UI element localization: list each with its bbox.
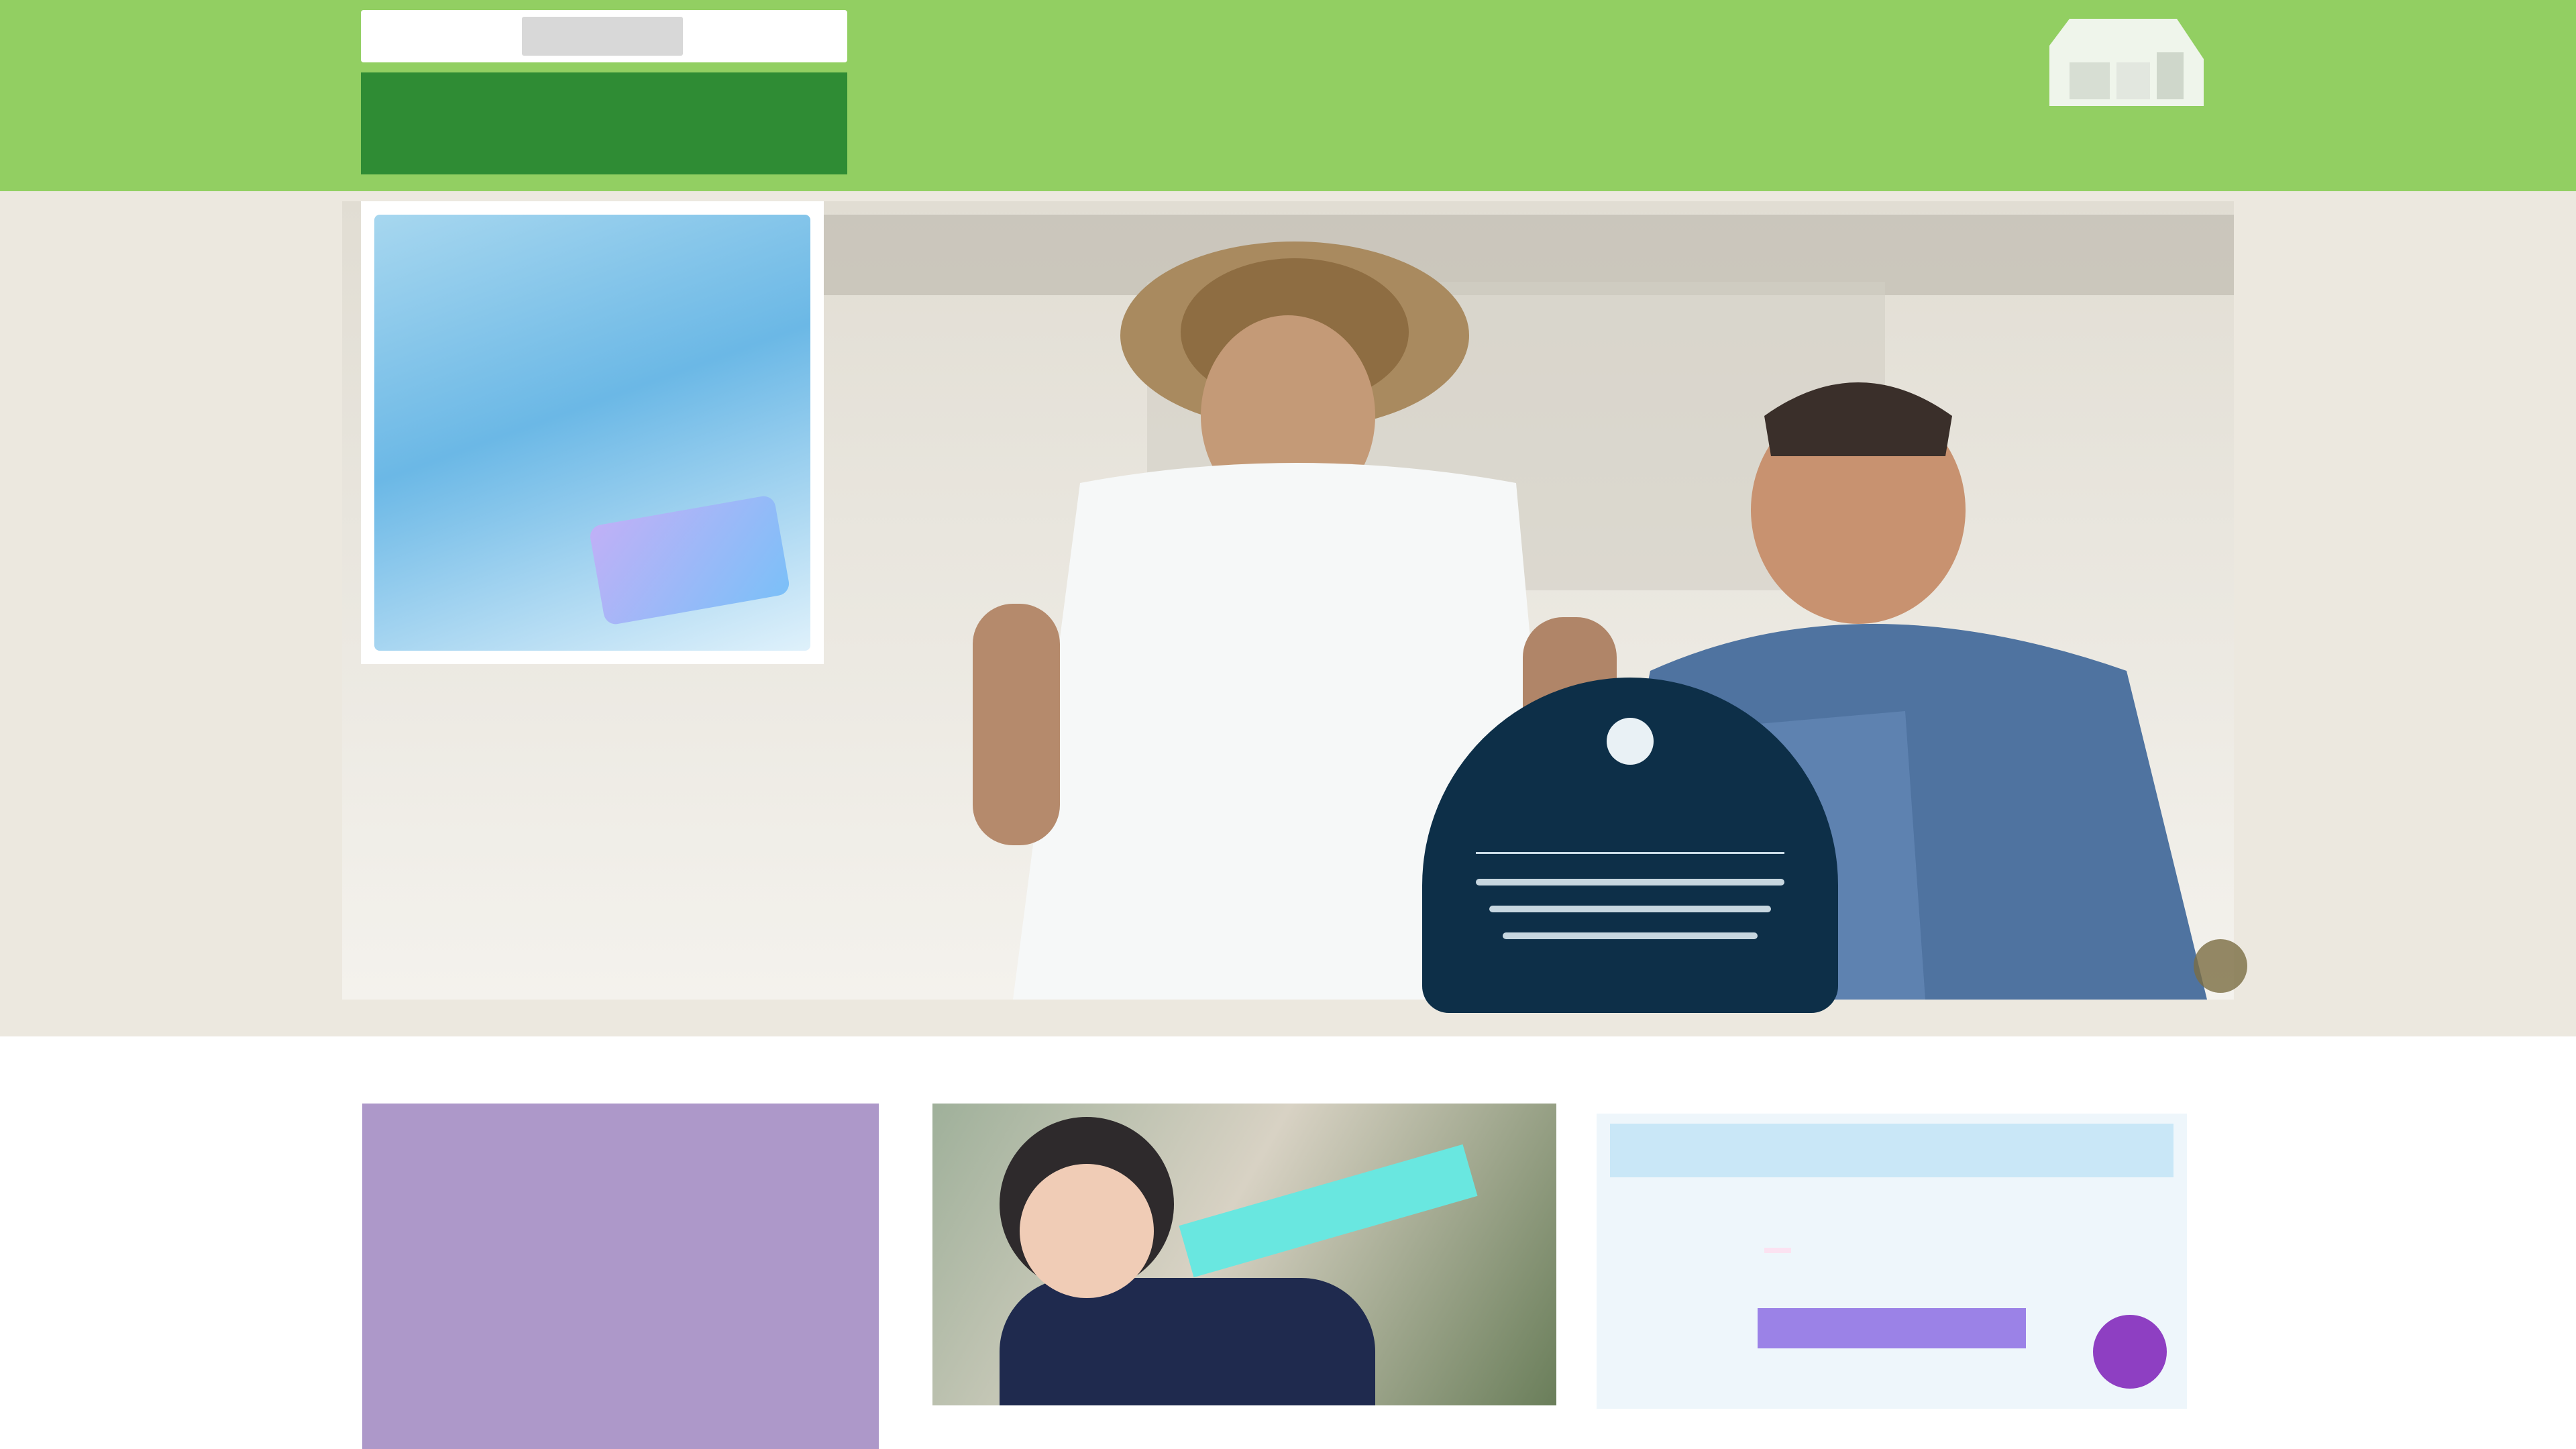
promo-card-1[interactable] [362,1104,879,1449]
header-icon[interactable] [2043,5,2210,119]
badge-divider [1476,852,1784,955]
promo-card-3-highlight [1764,1248,1791,1253]
promo-card-2-person-body [1000,1278,1375,1405]
side-card[interactable] [361,201,824,664]
right-links [1630,12,2012,79]
nav-end-item[interactable] [2039,125,2147,172]
promo-card-3-top [1610,1124,2174,1177]
site-logo[interactable] [361,0,847,176]
promo-card-3[interactable] [1597,1114,2187,1409]
side-card-image [374,215,810,651]
side-card-tag [588,494,791,627]
main-nav [899,121,1248,174]
badge-line-2 [1489,906,1771,912]
badge-line-3 [1503,932,1758,939]
promo-card-3-badge-icon [2093,1315,2167,1389]
logo-top-bar [361,10,847,62]
logo-mark [522,17,683,56]
promo-card-2[interactable] [932,1104,1556,1405]
promo-card-3-button[interactable] [1758,1308,2026,1348]
promo-card-2-person-face [1020,1164,1154,1298]
brand-logo[interactable] [1308,7,1590,87]
promo-card-1-title [584,1157,657,1439]
logo-text [361,72,847,174]
badge-line-1 [1476,879,1784,885]
badge-mark-icon [1607,718,1654,765]
site-header [0,0,2576,191]
slider-next-button[interactable] [2194,939,2247,993]
